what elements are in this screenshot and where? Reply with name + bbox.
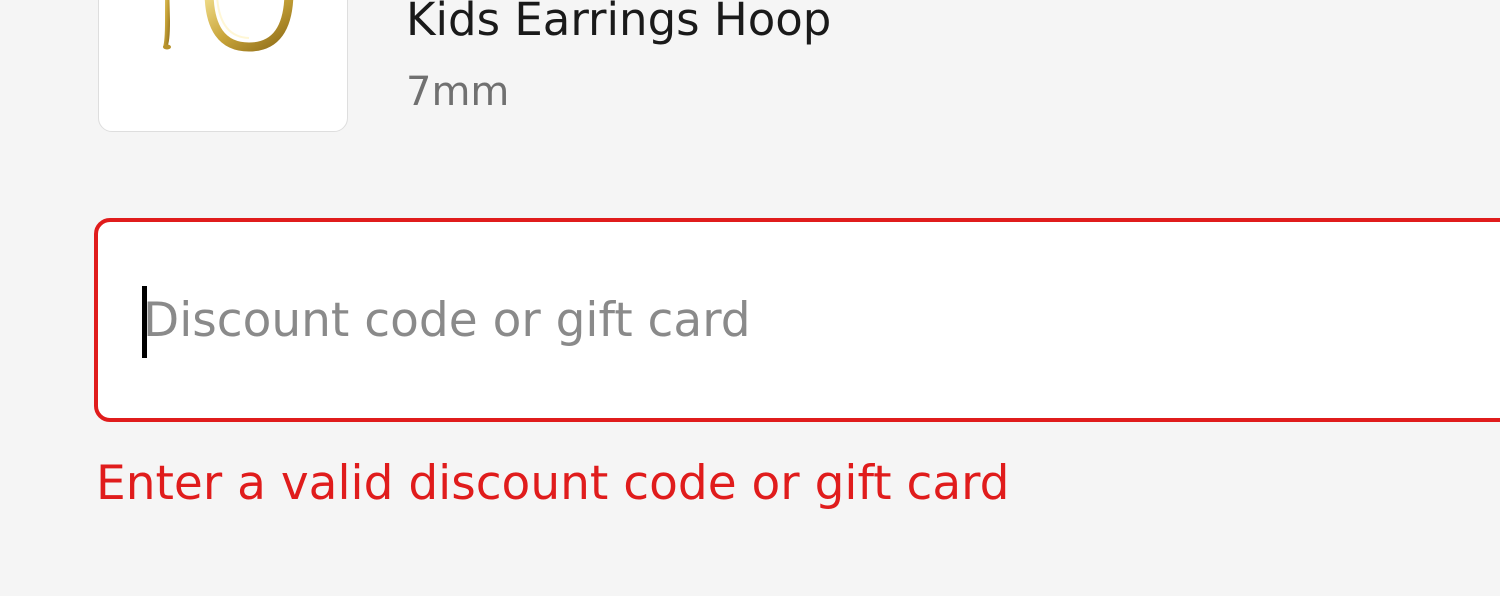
product-thumbnail [98, 0, 348, 132]
discount-code-input[interactable] [143, 282, 1443, 360]
discount-error-message: Enter a valid discount code or gift card [96, 456, 1010, 511]
discount-field[interactable] [94, 218, 1500, 422]
earring-hoop-image [163, 0, 294, 52]
text-caret [142, 286, 147, 358]
product-variant: 7mm [406, 69, 510, 115]
product-name: Kids Earrings Hoop [406, 0, 832, 46]
